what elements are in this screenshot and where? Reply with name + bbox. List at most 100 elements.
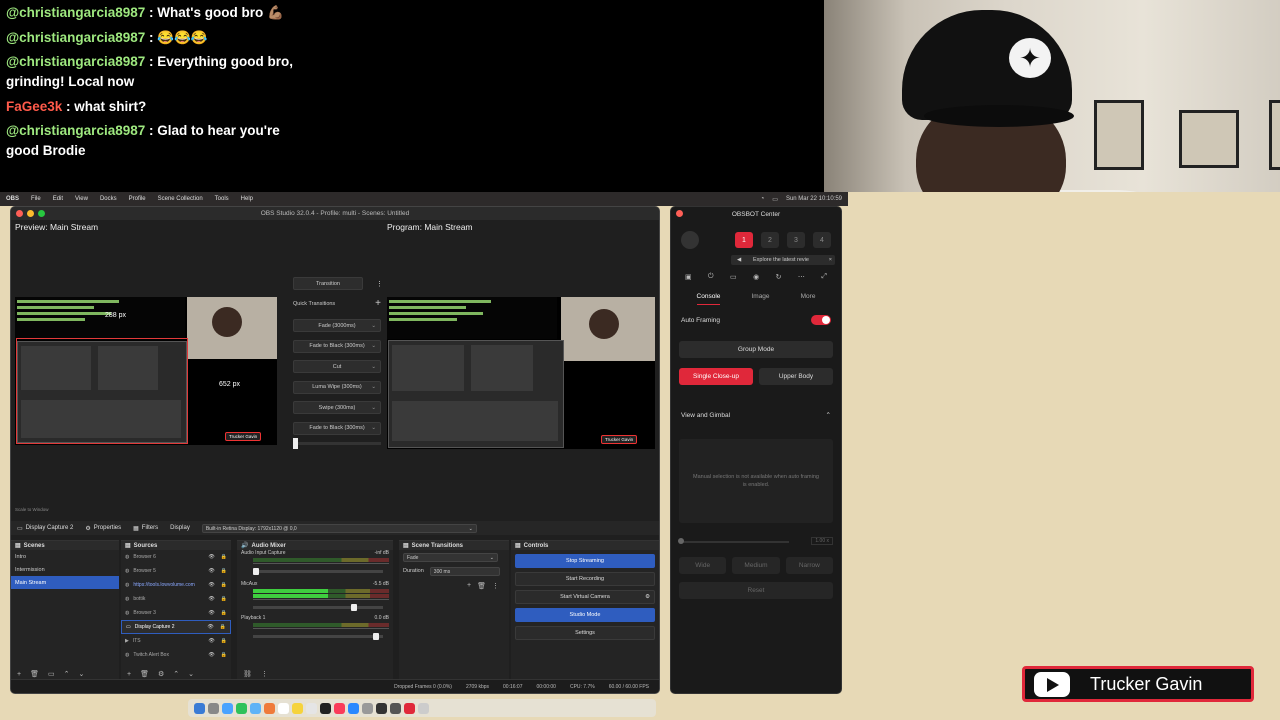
- up-arrow-icon[interactable]: ⌃: [173, 670, 179, 678]
- refresh-icon[interactable]: ↻: [776, 273, 782, 281]
- source-item[interactable]: ◍ https://tools.lowvolume.com 👁 🔒: [121, 578, 231, 592]
- source-item[interactable]: ◍ Twitch Alert Box 👁 🔒: [121, 648, 231, 662]
- add-icon[interactable]: +: [467, 582, 471, 590]
- terminal-icon[interactable]: [376, 702, 387, 714]
- finder-icon[interactable]: [194, 702, 205, 714]
- device-slot-2[interactable]: 2: [761, 232, 779, 248]
- gear-icon[interactable]: ▭: [48, 670, 55, 678]
- gear-icon[interactable]: ⚙: [158, 670, 164, 678]
- gear-icon[interactable]: ⚙: [645, 594, 650, 600]
- settings-button[interactable]: Settings: [515, 626, 655, 640]
- lock-icon[interactable]: 🔒: [221, 652, 227, 658]
- close-button[interactable]: [676, 210, 683, 217]
- volume-fader[interactable]: [253, 633, 383, 640]
- volume-fader[interactable]: [253, 568, 383, 575]
- menu-profile[interactable]: Profile: [129, 196, 146, 202]
- lock-icon[interactable]: 🔒: [220, 624, 226, 630]
- menu-view[interactable]: View: [75, 196, 88, 202]
- add-icon[interactable]: +: [17, 671, 21, 678]
- single-closeup-button[interactable]: Single Close-up: [679, 368, 753, 385]
- menu-edit[interactable]: Edit: [53, 196, 63, 202]
- eye-icon[interactable]: 👁: [208, 652, 214, 658]
- studio-mode-button[interactable]: Studio Mode: [515, 608, 655, 622]
- battery-icon[interactable]: ▭: [772, 196, 778, 203]
- source-item[interactable]: ◍ Browser 6 👁 🔒: [121, 550, 231, 564]
- selection-box[interactable]: [16, 338, 188, 444]
- zoom-slider[interactable]: 1.00 x: [678, 537, 833, 547]
- mail-icon[interactable]: [250, 702, 261, 714]
- tab-console[interactable]: Console: [696, 293, 721, 305]
- source-item[interactable]: ◍ bottik 👁 🔒: [121, 592, 231, 606]
- promo-banner[interactable]: ◀ Explore the latest revie ×: [731, 255, 835, 265]
- camera-icon[interactable]: ▣: [685, 273, 692, 281]
- tab-more[interactable]: More: [801, 293, 816, 305]
- minimize-button[interactable]: [27, 210, 34, 217]
- kebab-menu-icon[interactable]: ⋮: [261, 670, 268, 678]
- menu-docks[interactable]: Docks: [100, 196, 117, 202]
- kebab-menu-icon[interactable]: ⋮: [376, 280, 383, 288]
- screen-icon[interactable]: ▭: [730, 273, 737, 281]
- properties-button[interactable]: ⚙ Properties: [85, 525, 121, 532]
- duration-input[interactable]: 300 ms: [429, 566, 500, 576]
- medium-button[interactable]: Medium: [732, 557, 780, 574]
- menu-scene-collection[interactable]: Scene Collection: [158, 196, 203, 202]
- device-slot-4[interactable]: 4: [813, 232, 831, 248]
- upper-body-button[interactable]: Upper Body: [759, 368, 833, 385]
- start-virtual-camera-button[interactable]: Start Virtual Camera ⚙: [515, 590, 655, 604]
- add-icon[interactable]: +: [375, 298, 381, 309]
- scale-label[interactable]: Scale to Window: [15, 507, 49, 512]
- start-recording-button[interactable]: Start Recording: [515, 572, 655, 586]
- messages-icon[interactable]: [236, 702, 247, 714]
- eye-icon[interactable]: 👁: [207, 624, 213, 630]
- obs-icon[interactable]: [390, 702, 401, 714]
- quick-transition-item[interactable]: Fade to Black (300ms) ⌄: [293, 421, 381, 435]
- calendar-icon[interactable]: [278, 702, 289, 714]
- wifi-icon[interactable]: ◔: [761, 196, 765, 203]
- scene-item-selected[interactable]: Main Stream: [11, 576, 119, 589]
- kebab-menu-icon[interactable]: ⋮: [492, 582, 499, 590]
- source-item[interactable]: ▶ ITS 👁 🔒: [121, 634, 231, 648]
- up-arrow-icon[interactable]: ⌃: [64, 670, 70, 678]
- eye-icon[interactable]: 👁: [208, 638, 214, 644]
- down-arrow-icon[interactable]: ⌄: [78, 670, 84, 678]
- menubar-clock[interactable]: Sun Mar 22 10:10:59: [786, 196, 842, 203]
- quick-transition-item[interactable]: Fade (3000ms) ⌄: [293, 319, 381, 332]
- fullscreen-icon[interactable]: ⤢: [821, 273, 827, 281]
- trash-icon[interactable]: 🗑: [30, 670, 39, 678]
- source-item[interactable]: ◍ Browser 5 👁 🔒: [121, 564, 231, 578]
- lock-icon[interactable]: 🔒: [221, 610, 227, 616]
- reminders-icon[interactable]: [306, 702, 317, 714]
- power-icon[interactable]: ⏻: [708, 273, 714, 281]
- quick-transition-item[interactable]: Fade to Black (300ms) ⌄: [293, 339, 381, 353]
- source-item-selected[interactable]: ▭ Display Capture 2 👁 🔒: [121, 620, 231, 634]
- link-icon[interactable]: ⛓: [243, 670, 252, 678]
- add-icon[interactable]: +: [127, 671, 131, 678]
- eye-icon[interactable]: 👁: [208, 554, 214, 560]
- stop-streaming-button[interactable]: Stop Streaming: [515, 554, 655, 568]
- lock-icon[interactable]: 🔒: [221, 568, 227, 574]
- reset-button[interactable]: Reset: [679, 582, 833, 599]
- source-item[interactable]: ◍ Browser 3 👁 🔒: [121, 606, 231, 620]
- lock-icon[interactable]: 🔒: [221, 554, 227, 560]
- volume-fader[interactable]: [253, 604, 383, 611]
- zoom-button[interactable]: [38, 210, 45, 217]
- record-icon[interactable]: ◉: [753, 273, 759, 281]
- safari-icon[interactable]: [222, 702, 233, 714]
- obsbot-icon[interactable]: [404, 702, 415, 714]
- tv-icon[interactable]: [320, 702, 331, 714]
- quick-transition-item[interactable]: Luma Wipe (300ms) ⌄: [293, 380, 381, 394]
- transition-tbar[interactable]: [293, 438, 381, 449]
- down-arrow-icon[interactable]: ⌄: [188, 670, 194, 678]
- scene-item[interactable]: Intermission: [11, 563, 119, 576]
- trash-icon[interactable]: 🗑: [140, 670, 149, 678]
- eye-icon[interactable]: 👁: [208, 582, 214, 588]
- menu-obs[interactable]: OBS: [6, 196, 19, 202]
- launchpad-icon[interactable]: [208, 702, 219, 714]
- tab-image[interactable]: Image: [751, 293, 769, 305]
- close-icon[interactable]: ×: [829, 257, 832, 263]
- lock-icon[interactable]: 🔒: [221, 582, 227, 588]
- eye-icon[interactable]: 👁: [208, 568, 214, 574]
- device-slot-1[interactable]: 1: [735, 232, 753, 248]
- menu-help[interactable]: Help: [241, 196, 253, 202]
- transition-select[interactable]: Fade ⌄: [403, 552, 498, 562]
